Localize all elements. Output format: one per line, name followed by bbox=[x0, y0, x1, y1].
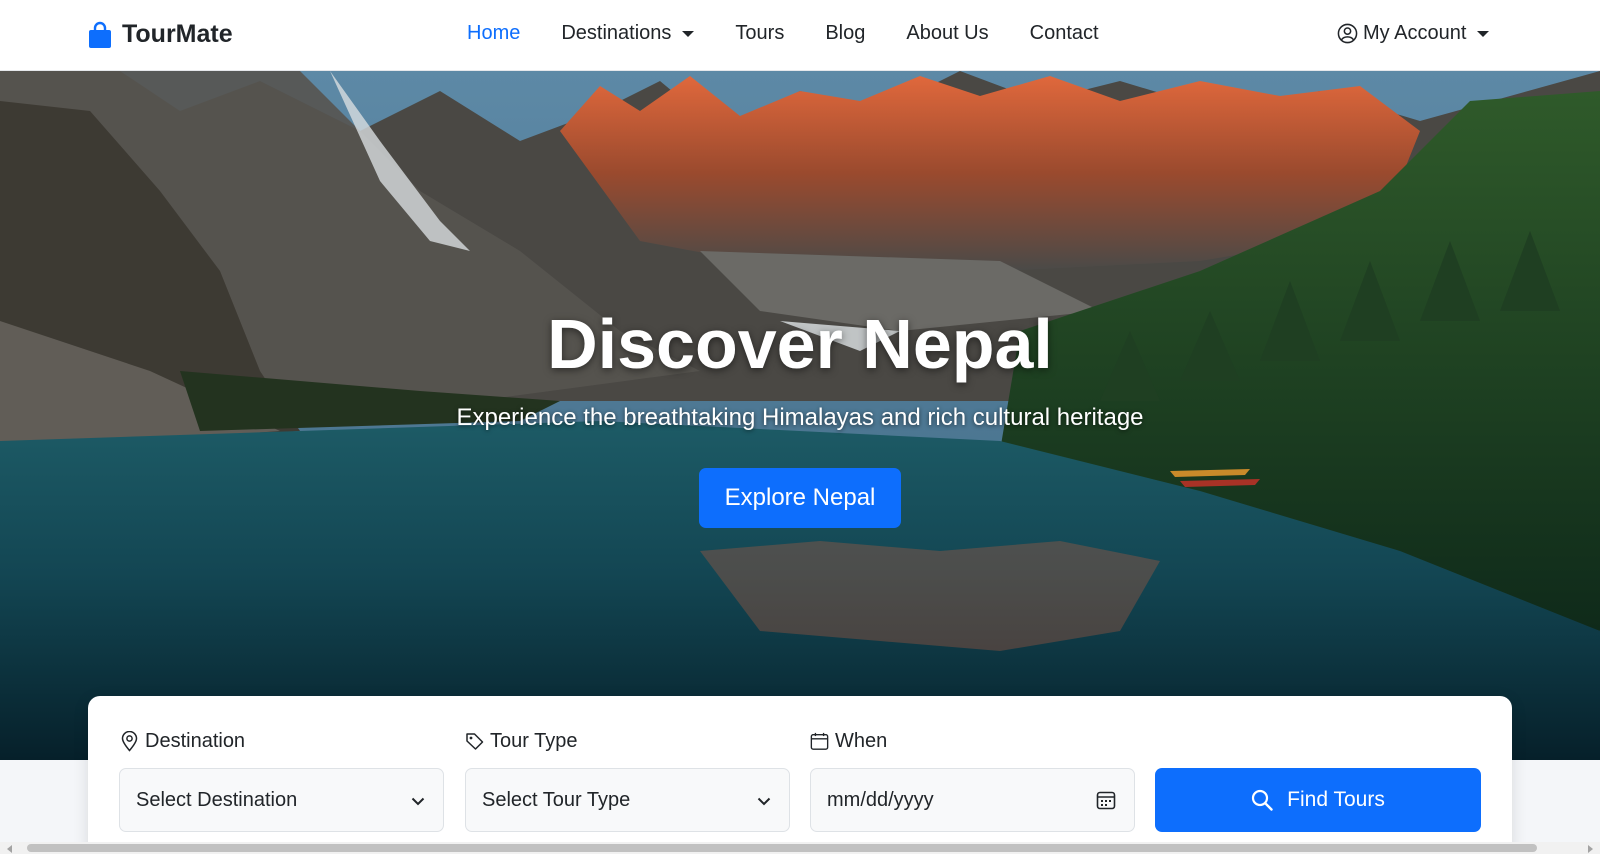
find-tours-button[interactable]: Find Tours bbox=[1155, 768, 1481, 832]
nav-link-destinations-label: Destinations bbox=[561, 22, 672, 44]
tour-type-select[interactable]: Select Tour Type bbox=[465, 768, 790, 832]
date-input[interactable]: mm/dd/yyyy bbox=[810, 768, 1135, 832]
when-label-text: When bbox=[835, 730, 888, 752]
destination-label-text: Destination bbox=[145, 730, 246, 752]
nav-link-about-us[interactable]: About Us bbox=[906, 22, 988, 45]
nav-link-contact[interactable]: Contact bbox=[1030, 22, 1099, 45]
caret-down-icon bbox=[682, 30, 695, 37]
geo-pin-icon bbox=[121, 731, 138, 752]
search-icon bbox=[1252, 789, 1273, 811]
caret-down-icon bbox=[1477, 30, 1490, 37]
when-label: When bbox=[810, 730, 887, 753]
tag-icon bbox=[466, 733, 484, 750]
tour-type-label: Tour Type bbox=[465, 730, 577, 753]
calendar-picker-icon[interactable] bbox=[1096, 790, 1116, 810]
my-account-dropdown[interactable]: My Account bbox=[1337, 22, 1490, 45]
nav-link-tours[interactable]: Tours bbox=[735, 22, 784, 45]
destination-select[interactable]: Select Destination bbox=[119, 768, 444, 832]
hero-banner: Discover Nepal Experience the breathtaki… bbox=[0, 71, 1600, 760]
nav-link-blog[interactable]: Blog bbox=[825, 22, 865, 45]
scroll-right-arrow-icon[interactable] bbox=[1588, 845, 1593, 853]
tour-type-select-value: Select Tour Type bbox=[482, 788, 631, 811]
scrollbar-thumb[interactable] bbox=[27, 844, 1537, 852]
nav-link-home[interactable]: Home bbox=[467, 22, 520, 45]
find-tours-label: Find Tours bbox=[1287, 788, 1385, 811]
chevron-down-icon bbox=[411, 797, 425, 806]
my-account-label: My Account bbox=[1363, 22, 1467, 44]
nav-link-destinations[interactable]: Destinations bbox=[561, 22, 695, 45]
main-nav: Home Destinations Tours Blog About Us Co… bbox=[467, 22, 1140, 45]
scroll-left-arrow-icon[interactable] bbox=[7, 845, 12, 853]
horizontal-scrollbar[interactable] bbox=[0, 842, 1600, 854]
person-circle-icon bbox=[1337, 23, 1358, 44]
destination-select-value: Select Destination bbox=[136, 788, 298, 811]
destination-label: Destination bbox=[120, 730, 245, 753]
brand-name: TourMate bbox=[122, 20, 233, 48]
hero-title: Discover Nepal bbox=[547, 305, 1053, 383]
shopping-bag-icon bbox=[89, 21, 111, 48]
tour-type-label-text: Tour Type bbox=[490, 730, 578, 752]
hero-subtitle: Experience the breathtaking Himalayas an… bbox=[456, 404, 1144, 431]
brand-logo-link[interactable]: TourMate bbox=[88, 20, 233, 49]
top-navbar: TourMate Home Destinations Tours Blog Ab… bbox=[0, 0, 1600, 71]
chevron-down-icon bbox=[757, 797, 771, 806]
tour-search-form: Destination Select Destination Tour Type… bbox=[88, 696, 1512, 854]
explore-nepal-button[interactable]: Explore Nepal bbox=[699, 468, 901, 528]
calendar-icon bbox=[810, 732, 829, 750]
date-input-placeholder: mm/dd/yyyy bbox=[827, 788, 934, 811]
